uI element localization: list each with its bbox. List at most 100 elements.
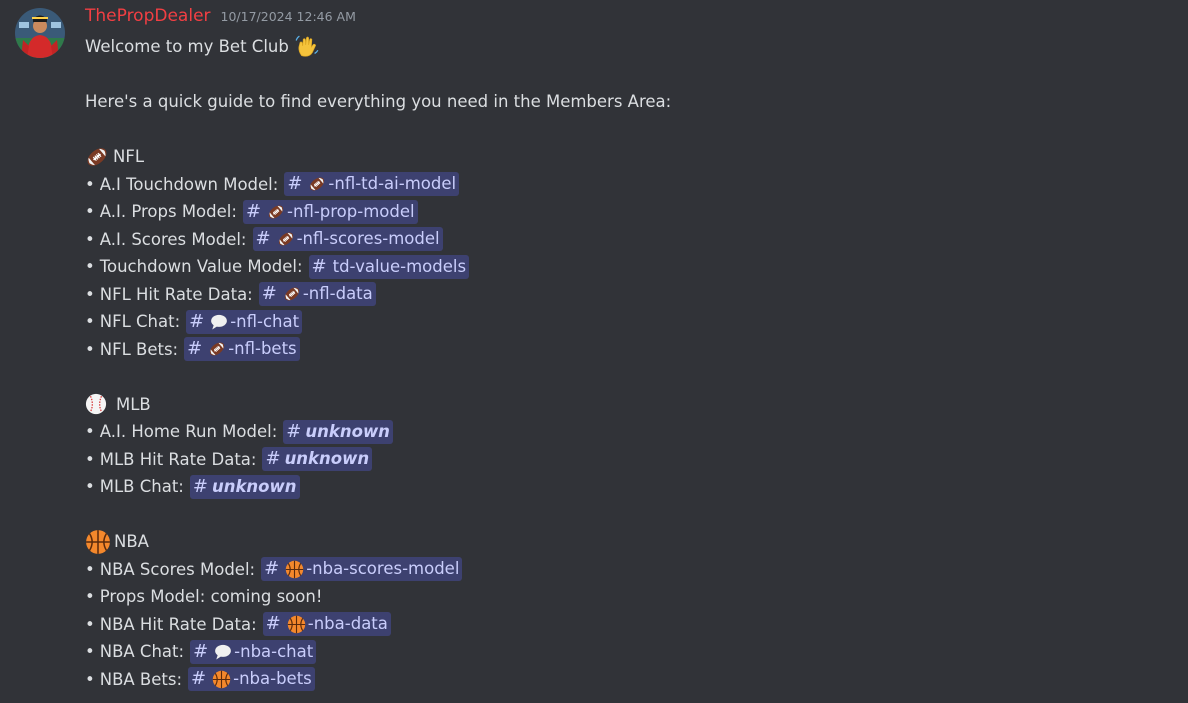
channel-mention-nfl-bets[interactable]: # -nfl-bets: [184, 337, 300, 362]
football-icon: [267, 203, 285, 221]
hash-icon: #: [189, 310, 205, 332]
channel-name: -nfl-data: [302, 284, 373, 304]
hash-icon: #: [265, 448, 281, 470]
item-label: A.I. Home Run Model:: [99, 422, 278, 441]
item-label: NFL Chat:: [99, 312, 181, 331]
channel-name: -nfl-prop-model: [287, 201, 415, 221]
football-icon: [277, 230, 295, 248]
list-item: • Props Model: coming soon!: [85, 583, 1165, 611]
hash-icon: #: [192, 475, 208, 497]
football-icon: [208, 340, 226, 358]
speech-bubble-icon: [214, 643, 232, 661]
waving-hand-icon: [294, 34, 320, 60]
hash-icon: #: [261, 283, 277, 305]
hash-icon: #: [286, 420, 302, 442]
channel-name: td-value-models: [332, 256, 467, 276]
item-label: A.I Touchdown Model:: [99, 174, 279, 194]
channel-mention-unknown[interactable]: # unknown: [262, 447, 373, 472]
list-item: • A.I Touchdown Model: # -nfl-td-ai-mode…: [85, 171, 1165, 199]
hash-icon: #: [255, 228, 271, 250]
list-item: • A.I. Home Run Model: # unknown: [85, 418, 1165, 446]
channel-mention-nba-chat[interactable]: # -nba-chat: [190, 639, 317, 664]
avatar[interactable]: [15, 8, 65, 58]
bullet: •: [85, 422, 95, 441]
basketball-icon: [287, 615, 306, 634]
channel-mention-nfl-data[interactable]: # -nfl-data: [258, 282, 376, 307]
football-icon: [85, 145, 109, 169]
item-label: MLB Hit Rate Data:: [99, 449, 257, 469]
channel-name: -nfl-scores-model: [296, 229, 440, 249]
list-item: • NBA Hit Rate Data: # -nba-data: [85, 611, 1165, 639]
channel-mention-unknown[interactable]: # unknown: [283, 419, 393, 444]
channel-mention-nfl-prop-model[interactable]: # -nfl-prop-model: [242, 199, 418, 224]
channel-mention-nfl-scores-model[interactable]: # -nfl-scores-model: [252, 227, 443, 252]
hash-icon: #: [191, 668, 207, 690]
channel-mention-nba-scores-model[interactable]: # -nba-scores-model: [261, 557, 463, 582]
channel-name: -nba-bets: [233, 669, 312, 689]
bullet: •: [85, 587, 95, 606]
bullet: •: [85, 229, 95, 249]
list-item: • NBA Scores Model: # -nba-scores-model: [85, 556, 1165, 584]
channel-name: -nba-chat: [234, 641, 314, 661]
item-label: NFL Hit Rate Data:: [99, 284, 253, 304]
baseball-icon: [85, 393, 107, 415]
channel-mention-nba-data[interactable]: # -nba-data: [262, 612, 391, 637]
channel-name: -nfl-chat: [230, 311, 300, 331]
message-header: ThePropDealer 10/17/2024 12:46 AM: [85, 6, 356, 32]
bullet: •: [85, 312, 95, 331]
hash-icon: #: [193, 640, 209, 662]
channel-mention-nba-bets[interactable]: # -nba-bets: [188, 667, 315, 692]
item-label: A.I. Props Model:: [99, 202, 237, 221]
channel-name: unknown: [305, 421, 390, 441]
channel-mention-unknown[interactable]: # unknown: [189, 474, 300, 499]
hash-icon: #: [287, 173, 303, 195]
section-title-nba: NBA: [114, 532, 149, 551]
guide-line: Here's a quick guide to find everything …: [85, 88, 1165, 116]
item-label: Touchdown Value Model:: [99, 257, 303, 276]
list-item: • Touchdown Value Model: # td-value-mode…: [85, 253, 1165, 281]
list-item: • MLB Hit Rate Data: # unknown: [85, 446, 1165, 474]
list-item: • NFL Hit Rate Data: # -nfl-data: [85, 281, 1165, 309]
message: ThePropDealer 10/17/2024 12:46 AM Welcom…: [0, 0, 1188, 703]
bullet: •: [85, 202, 95, 221]
item-label: NFL Bets:: [99, 339, 179, 359]
bullet: •: [85, 449, 95, 469]
author-name[interactable]: ThePropDealer: [85, 6, 211, 26]
avatar-image: [15, 8, 65, 58]
bullet: •: [85, 284, 95, 304]
item-label: NBA Scores Model:: [99, 559, 256, 579]
channel-name: unknown: [284, 449, 370, 469]
channel-mention-nfl-td-ai-model[interactable]: # -nfl-td-ai-model: [284, 172, 460, 197]
channel-name: -nba-data: [307, 614, 388, 634]
basketball-icon: [85, 529, 111, 555]
channel-mention-nfl-chat[interactable]: # -nfl-chat: [186, 309, 303, 334]
channel-name: unknown: [211, 476, 297, 496]
list-item: • NFL Bets: # -nfl-bets: [85, 336, 1165, 364]
bullet: •: [85, 257, 95, 276]
section-heading-mlb: MLB: [85, 391, 1165, 419]
item-label: MLB Chat:: [99, 477, 184, 496]
channel-name: -nba-scores-model: [306, 559, 460, 579]
bullet: •: [85, 559, 95, 579]
item-label: NBA Chat:: [99, 642, 185, 661]
bullet: •: [85, 669, 95, 689]
message-content: Welcome to my Bet Club Here's a quick gu…: [85, 33, 1165, 693]
list-item: • MLB Chat: # unknown: [85, 473, 1165, 501]
hash-icon: #: [311, 255, 327, 277]
speech-bubble-icon: [210, 313, 228, 331]
list-item: • NBA Bets: # -nba-bets: [85, 666, 1165, 694]
message-timestamp[interactable]: 10/17/2024 12:46 AM: [221, 9, 356, 24]
section-heading-nfl: NFL: [85, 143, 1165, 171]
hash-icon: #: [265, 613, 281, 635]
section-title-mlb: MLB: [116, 394, 151, 414]
item-label: NBA Hit Rate Data:: [99, 614, 257, 634]
item-label: NBA Bets:: [99, 669, 183, 689]
guide-text: Here's a quick guide to find everything …: [85, 92, 672, 111]
channel-mention-td-value-models[interactable]: # td-value-models: [308, 254, 470, 279]
hash-icon: #: [264, 558, 280, 580]
hash-icon: #: [187, 338, 203, 360]
section-heading-nba: NBA: [85, 528, 1165, 556]
section-title-nfl: NFL: [113, 147, 145, 166]
channel-name: -nfl-bets: [228, 339, 297, 359]
bullet: •: [85, 477, 95, 496]
